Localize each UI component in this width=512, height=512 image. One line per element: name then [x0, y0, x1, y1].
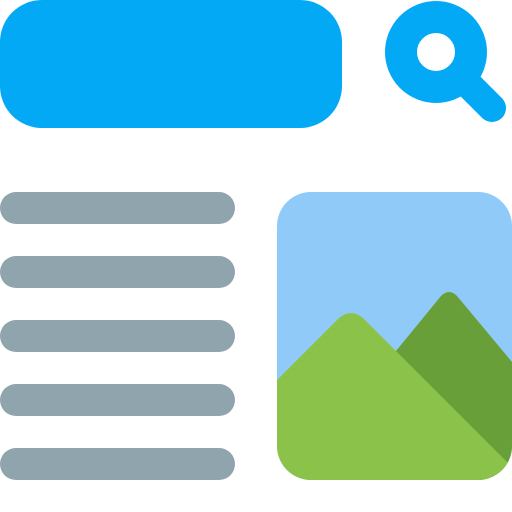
image-thumbnail[interactable]: [277, 192, 512, 480]
search-results-illustration: [0, 0, 512, 512]
text-line-2: [0, 256, 235, 288]
search-button[interactable]: [384, 0, 512, 128]
search-icon: [385, 1, 506, 122]
image-icon: [277, 192, 512, 480]
search-input[interactable]: [0, 0, 342, 128]
text-lines: [0, 192, 235, 480]
text-line-3: [0, 320, 235, 352]
text-line-5: [0, 448, 235, 480]
text-line-4: [0, 384, 235, 416]
text-line-1: [0, 192, 235, 224]
